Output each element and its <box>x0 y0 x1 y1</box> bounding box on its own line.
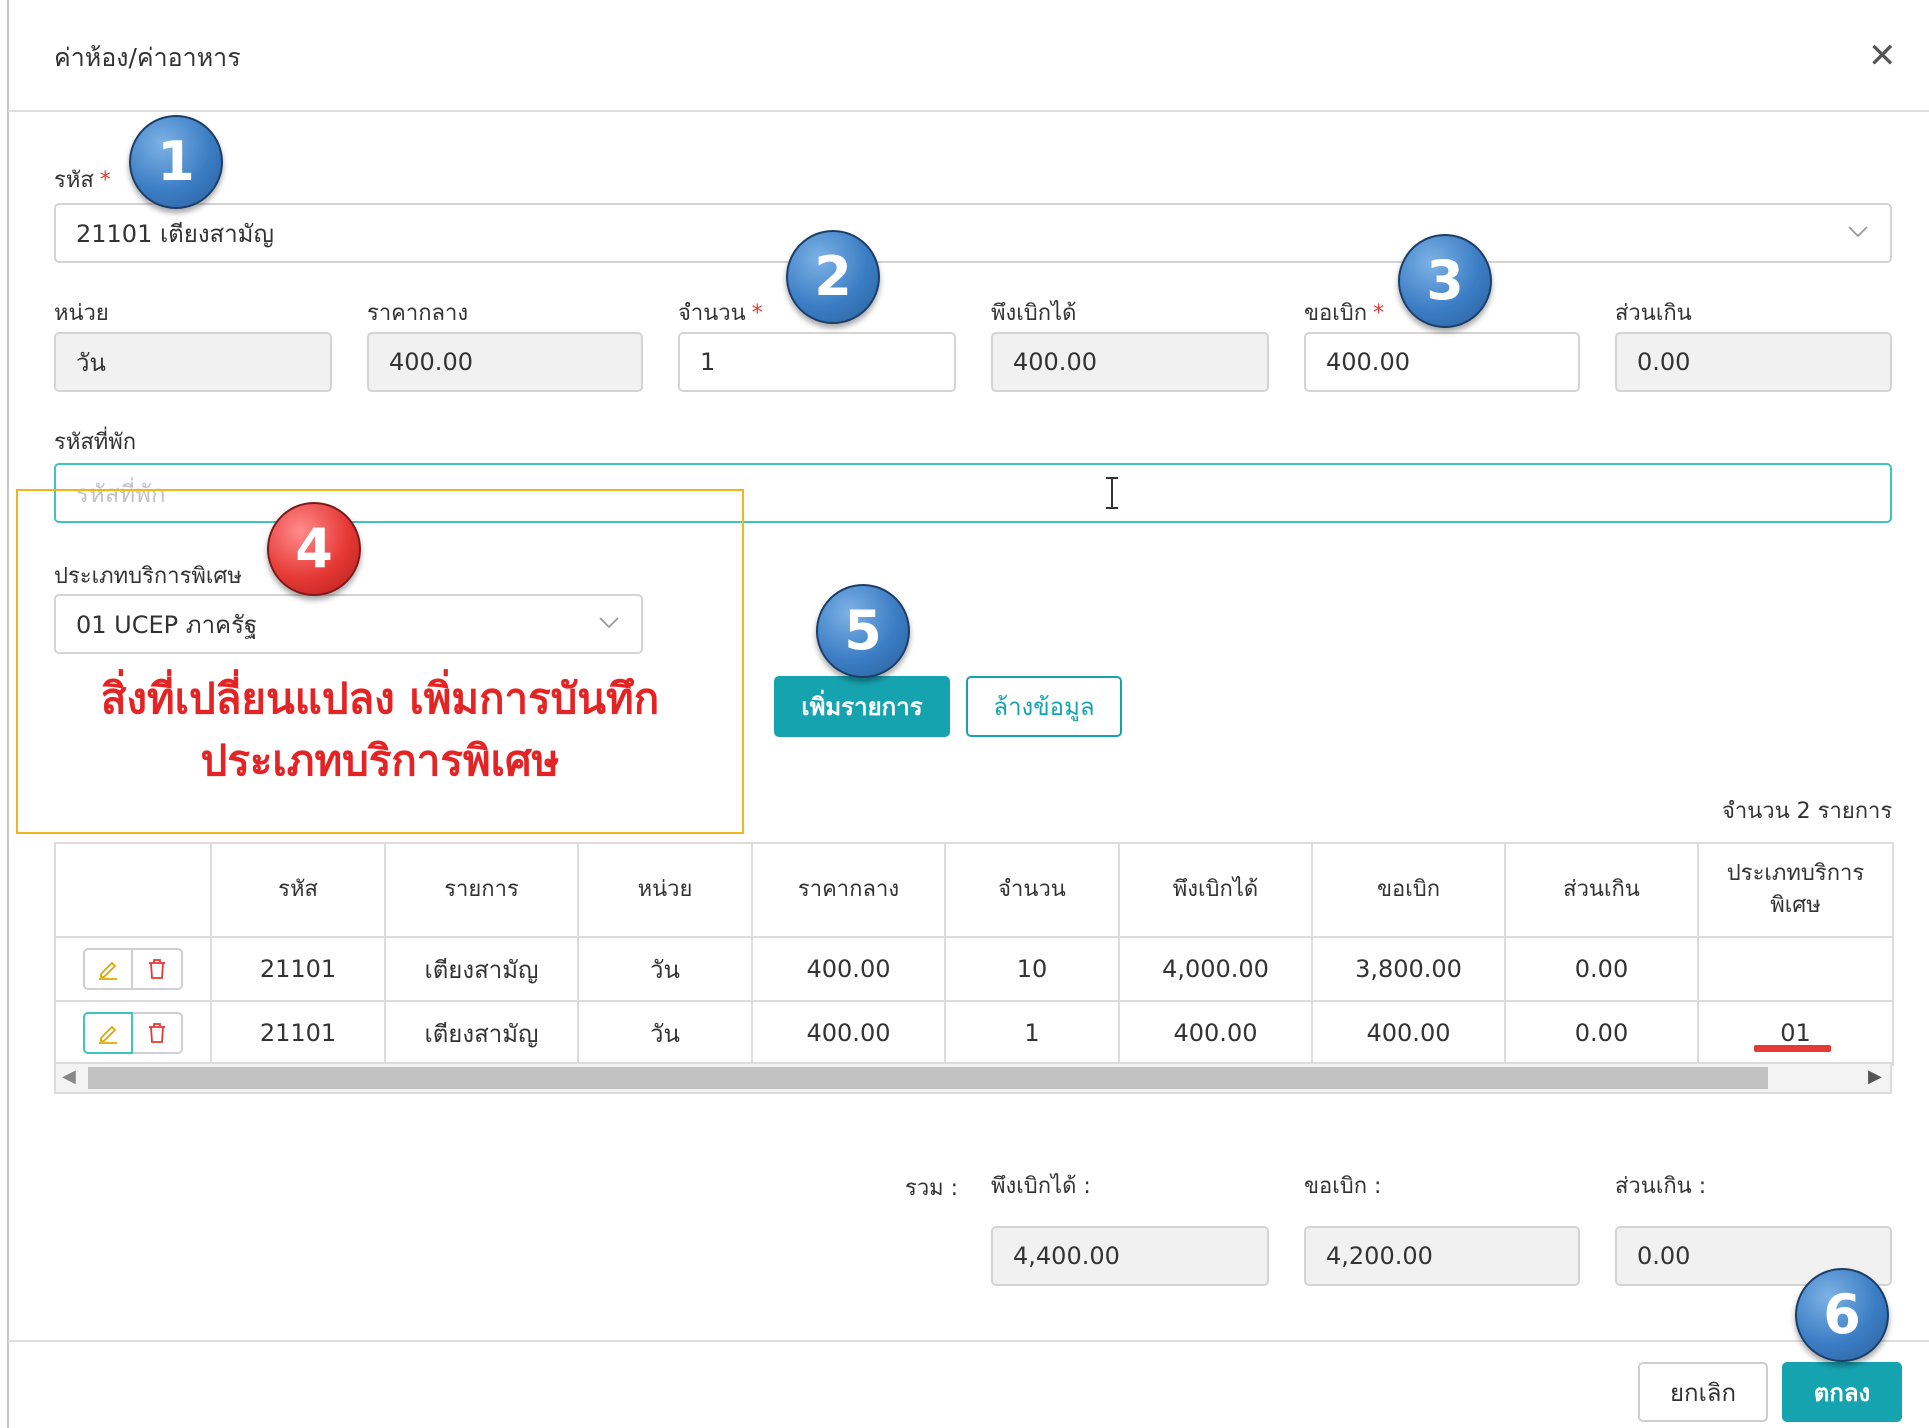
room-code-label: รหัสที่พัก <box>54 430 137 455</box>
add-item-button[interactable]: เพิ่มรายการ <box>774 676 950 737</box>
col-code: รหัส <box>210 842 386 938</box>
total-claim-label: ขอเบิก : <box>1304 1174 1382 1199</box>
header-divider <box>8 110 1929 112</box>
cell-ref-price: 400.00 <box>751 1000 946 1066</box>
special-service-value: 01 UCEP ภาครัฐ <box>76 610 258 639</box>
edit-button[interactable] <box>83 948 133 990</box>
step-badge-2: 2 <box>786 230 880 324</box>
special-service-select[interactable]: 01 UCEP ภาครัฐ <box>54 594 643 654</box>
col-item: รายการ <box>384 842 579 938</box>
col-unit: หน่วย <box>577 842 753 938</box>
scroll-right-icon[interactable]: ▶ <box>1868 1066 1882 1087</box>
total-entitled-label: พึงเบิกได้ : <box>991 1174 1091 1199</box>
col-excess: ส่วนเกิน <box>1504 842 1699 938</box>
window-edge <box>7 0 9 1428</box>
trash-icon <box>149 1023 165 1043</box>
special-service-label: ประเภทบริการพิเศษ <box>54 564 242 589</box>
pencil-icon <box>99 1025 117 1044</box>
col-entitled: พึงเบิกได้ <box>1118 842 1313 938</box>
table-header-row: รหัส รายการ หน่วย ราคากลาง จำนวน พึงเบิก… <box>54 842 1894 938</box>
ref-price-field: 400.00 <box>367 332 643 392</box>
cell-ref-price: 400.00 <box>751 936 946 1002</box>
dialog-title: ค่าห้อง/ค่าอาหาร <box>54 43 241 72</box>
excess-label: ส่วนเกิน <box>1615 301 1692 326</box>
col-actions <box>54 842 212 938</box>
cell-claim: 400.00 <box>1311 1000 1506 1066</box>
cell-qty: 10 <box>944 936 1120 1002</box>
cell-special <box>1697 936 1894 1002</box>
cell-unit: วัน <box>577 1000 753 1066</box>
col-ref-price: ราคากลาง <box>751 842 946 938</box>
required-mark: * <box>1373 301 1385 326</box>
cell-excess: 0.00 <box>1504 936 1699 1002</box>
text-cursor-icon <box>1106 477 1118 509</box>
ok-button[interactable]: ตกลง <box>1782 1362 1902 1422</box>
delete-button[interactable] <box>133 1012 183 1054</box>
total-claim-field: 4,200.00 <box>1304 1226 1580 1286</box>
step-badge-6: 6 <box>1795 1268 1889 1362</box>
pencil-icon <box>99 961 117 980</box>
cancel-button[interactable]: ยกเลิก <box>1638 1362 1768 1422</box>
entitled-field: 400.00 <box>991 332 1269 392</box>
cell-code: 21101 <box>210 1000 386 1066</box>
edit-button[interactable] <box>83 1012 133 1054</box>
unit-label: หน่วย <box>54 301 109 326</box>
ref-price-label: ราคากลาง <box>367 301 469 326</box>
table-row: 21101 เตียงสามัญ วัน 400.00 1 400.00 400… <box>54 1000 1894 1066</box>
entitled-label: พึงเบิกได้ <box>991 301 1077 326</box>
row-actions <box>54 936 212 1002</box>
annotation-note-line2: ประเภทบริการพิเศษ <box>200 736 560 785</box>
item-count: จำนวน 2 รายการ <box>1722 799 1893 824</box>
total-entitled-field: 4,400.00 <box>991 1226 1269 1286</box>
unit-field: วัน <box>54 332 332 392</box>
code-select-value: 21101 เตียงสามัญ <box>76 219 274 248</box>
footer-divider <box>8 1340 1929 1342</box>
cell-excess: 0.00 <box>1504 1000 1699 1066</box>
claim-label: ขอเบิก * <box>1304 301 1385 326</box>
scroll-left-icon[interactable]: ◀ <box>62 1066 76 1087</box>
total-excess-label: ส่วนเกิน : <box>1615 1174 1707 1199</box>
col-special: ประเภทบริการพิเศษ <box>1697 842 1894 938</box>
cell-item: เตียงสามัญ <box>384 936 579 1002</box>
close-icon[interactable]: ✕ <box>1868 36 1897 76</box>
chevron-down-icon <box>599 617 619 629</box>
delete-button[interactable] <box>133 948 183 990</box>
cell-qty: 1 <box>944 1000 1120 1066</box>
col-claim: ขอเบิก <box>1311 842 1506 938</box>
sum-label: รวม : <box>905 1176 959 1201</box>
cell-unit: วัน <box>577 936 753 1002</box>
cell-item: เตียงสามัญ <box>384 1000 579 1066</box>
trash-icon <box>149 959 165 979</box>
annotation-note-line1: สิ่งที่เปลี่ยนแปลง เพิ่มการบันทึก <box>100 674 660 723</box>
annotation-note: สิ่งที่เปลี่ยนแปลง เพิ่มการบันทึก ประเภท… <box>60 668 700 792</box>
scrollbar-thumb[interactable] <box>88 1067 1768 1089</box>
required-mark: * <box>99 168 111 193</box>
code-select[interactable]: 21101 เตียงสามัญ <box>54 203 1892 263</box>
code-label: รหัส * <box>54 168 111 193</box>
cell-code: 21101 <box>210 936 386 1002</box>
required-mark: * <box>751 301 763 326</box>
annotation-underline <box>1754 1045 1831 1052</box>
step-badge-1: 1 <box>129 115 223 209</box>
cell-claim: 3,800.00 <box>1311 936 1506 1002</box>
qty-input[interactable]: 1 <box>678 332 956 392</box>
items-table: รหัส รายการ หน่วย ราคากลาง จำนวน พึงเบิก… <box>54 842 1894 1066</box>
step-badge-3: 3 <box>1398 234 1492 328</box>
step-badge-5: 5 <box>816 584 910 678</box>
cell-entitled: 400.00 <box>1118 1000 1313 1066</box>
col-qty: จำนวน <box>944 842 1120 938</box>
step-badge-4: 4 <box>267 502 361 596</box>
cell-entitled: 4,000.00 <box>1118 936 1313 1002</box>
chevron-down-icon <box>1848 226 1868 238</box>
qty-label: จำนวน * <box>678 301 763 326</box>
clear-button[interactable]: ล้างข้อมูล <box>966 676 1122 737</box>
cell-special: 01 <box>1697 1000 1894 1066</box>
row-actions <box>54 1000 212 1066</box>
table-row: 21101 เตียงสามัญ วัน 400.00 10 4,000.00 … <box>54 936 1894 1002</box>
excess-field: 0.00 <box>1615 332 1892 392</box>
claim-input[interactable]: 400.00 <box>1304 332 1580 392</box>
